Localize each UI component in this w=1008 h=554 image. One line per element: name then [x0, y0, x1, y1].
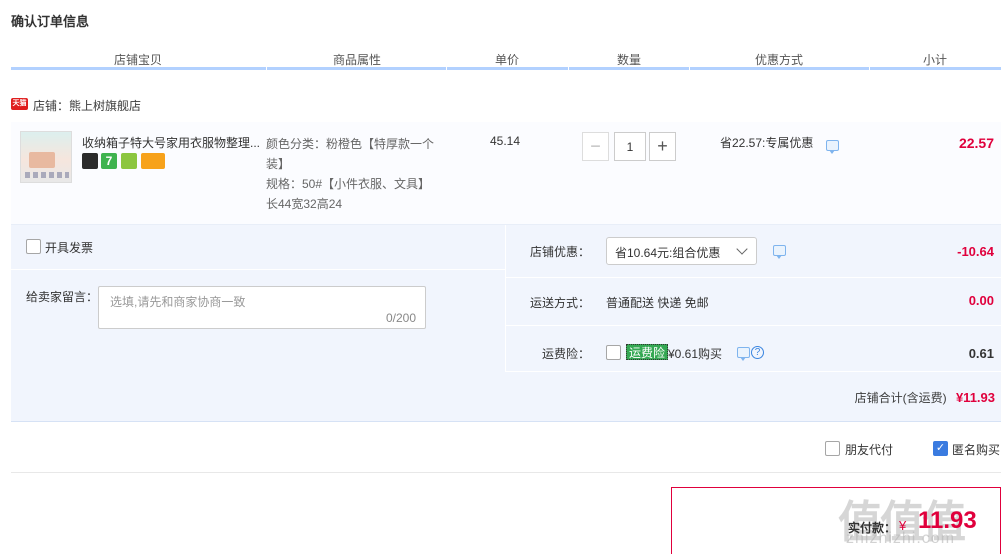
shipping-value: 普通配送 快递 免邮 [606, 296, 709, 310]
col-attributes: 商品属性 [333, 53, 382, 67]
tmall-icon: 天猫 [11, 98, 28, 110]
anonymous-label: 匿名购买 [952, 443, 1001, 457]
col-subtotal: 小计 [923, 53, 948, 67]
message-textarea[interactable]: 选填,请先和商家协商一致 0/200 [98, 286, 426, 329]
insurance-amount: 0.61 [968, 346, 994, 361]
shop-total-amount: ¥11.93 [955, 390, 995, 405]
shop-discount-label: 店铺优惠： [530, 245, 591, 259]
friend-pay-label: 朋友代付 [845, 443, 894, 457]
shop-discount-select[interactable]: 省10.64元:组合优惠 [606, 237, 757, 265]
item-attributes: 颜色分类：粉橙色【特厚款一个 装】 规格：50#【小件衣服、文具】 长44宽32… [266, 134, 446, 214]
quantity-input[interactable] [614, 132, 646, 161]
insurance-tag: 运费险 [626, 344, 669, 360]
invoice-label: 开具发票 [45, 241, 94, 255]
shipping-amount: 0.00 [968, 293, 994, 308]
increase-button[interactable]: + [649, 132, 676, 161]
col-unit-price: 单价 [495, 53, 520, 67]
insurance-checkbox[interactable] [606, 345, 621, 360]
attr-line: 长44宽32高24 [266, 197, 343, 211]
discount-info-icon[interactable] [773, 245, 786, 259]
chevron-down-icon [736, 243, 748, 255]
message-label: 给卖家留言： [26, 290, 99, 304]
shipping-label: 运送方式： [530, 296, 591, 310]
message-count: 0/200 [385, 311, 416, 325]
payment-label: 实付款： [848, 521, 897, 535]
shop-name[interactable]: 店铺：熊上树旗舰店 [33, 97, 141, 114]
column-header: 店铺宝贝 商品属性 单价 数量 优惠方式 小计 [11, 48, 1001, 70]
shop-discount-amount: -10.64 [957, 244, 994, 259]
decrease-button[interactable]: − [582, 132, 609, 161]
col-shop-item: 店铺宝贝 [114, 53, 163, 67]
message-placeholder: 选填,请先和商家协商一致 [110, 295, 246, 309]
item-promo: 省22.57:专属优惠 [720, 136, 814, 150]
shop-total-label: 店铺合计(含运费) [854, 391, 947, 405]
insurance-label: 运费险： [542, 347, 591, 361]
anonymous-checkbox[interactable]: ✓ [933, 441, 948, 456]
shop-discount-selected: 省10.64元:组合优惠 [615, 246, 721, 260]
invoice-checkbox[interactable] [26, 239, 41, 254]
unit-price: 45.14 [490, 134, 521, 148]
promo-info-icon[interactable] [826, 140, 839, 154]
insurance-price: ¥0.61购买 [668, 347, 723, 361]
item-subtotal: 22.57 [958, 135, 994, 151]
col-discount: 优惠方式 [755, 53, 804, 67]
friend-pay-checkbox[interactable] [825, 441, 840, 456]
attr-line: 装】 [266, 157, 291, 171]
guarantee-icon [121, 153, 137, 169]
payment-currency: ¥ [899, 518, 907, 533]
page-title: 确认订单信息 [11, 14, 90, 29]
payment-amount: 11.93 [918, 507, 977, 534]
attr-line: 规格：50#【小件衣服、文具】 [266, 177, 431, 191]
shop-total: 店铺合计(含运费) ¥11.93 [855, 389, 995, 406]
item-name-link[interactable]: 收纳箱子特大号家用衣服物整理... [82, 134, 262, 151]
cat-badge-icon [82, 153, 98, 169]
help-icon[interactable]: ? [751, 346, 764, 359]
divider [11, 472, 1001, 473]
col-quantity: 数量 [617, 53, 642, 67]
attr-line: 颜色分类：粉橙色【特厚款一个 [266, 137, 435, 151]
card-payment-icon [141, 153, 165, 169]
item-thumbnail[interactable] [20, 131, 72, 183]
insurance-info-icon[interactable] [737, 347, 750, 361]
seven-day-return-icon: 7 [101, 153, 117, 169]
